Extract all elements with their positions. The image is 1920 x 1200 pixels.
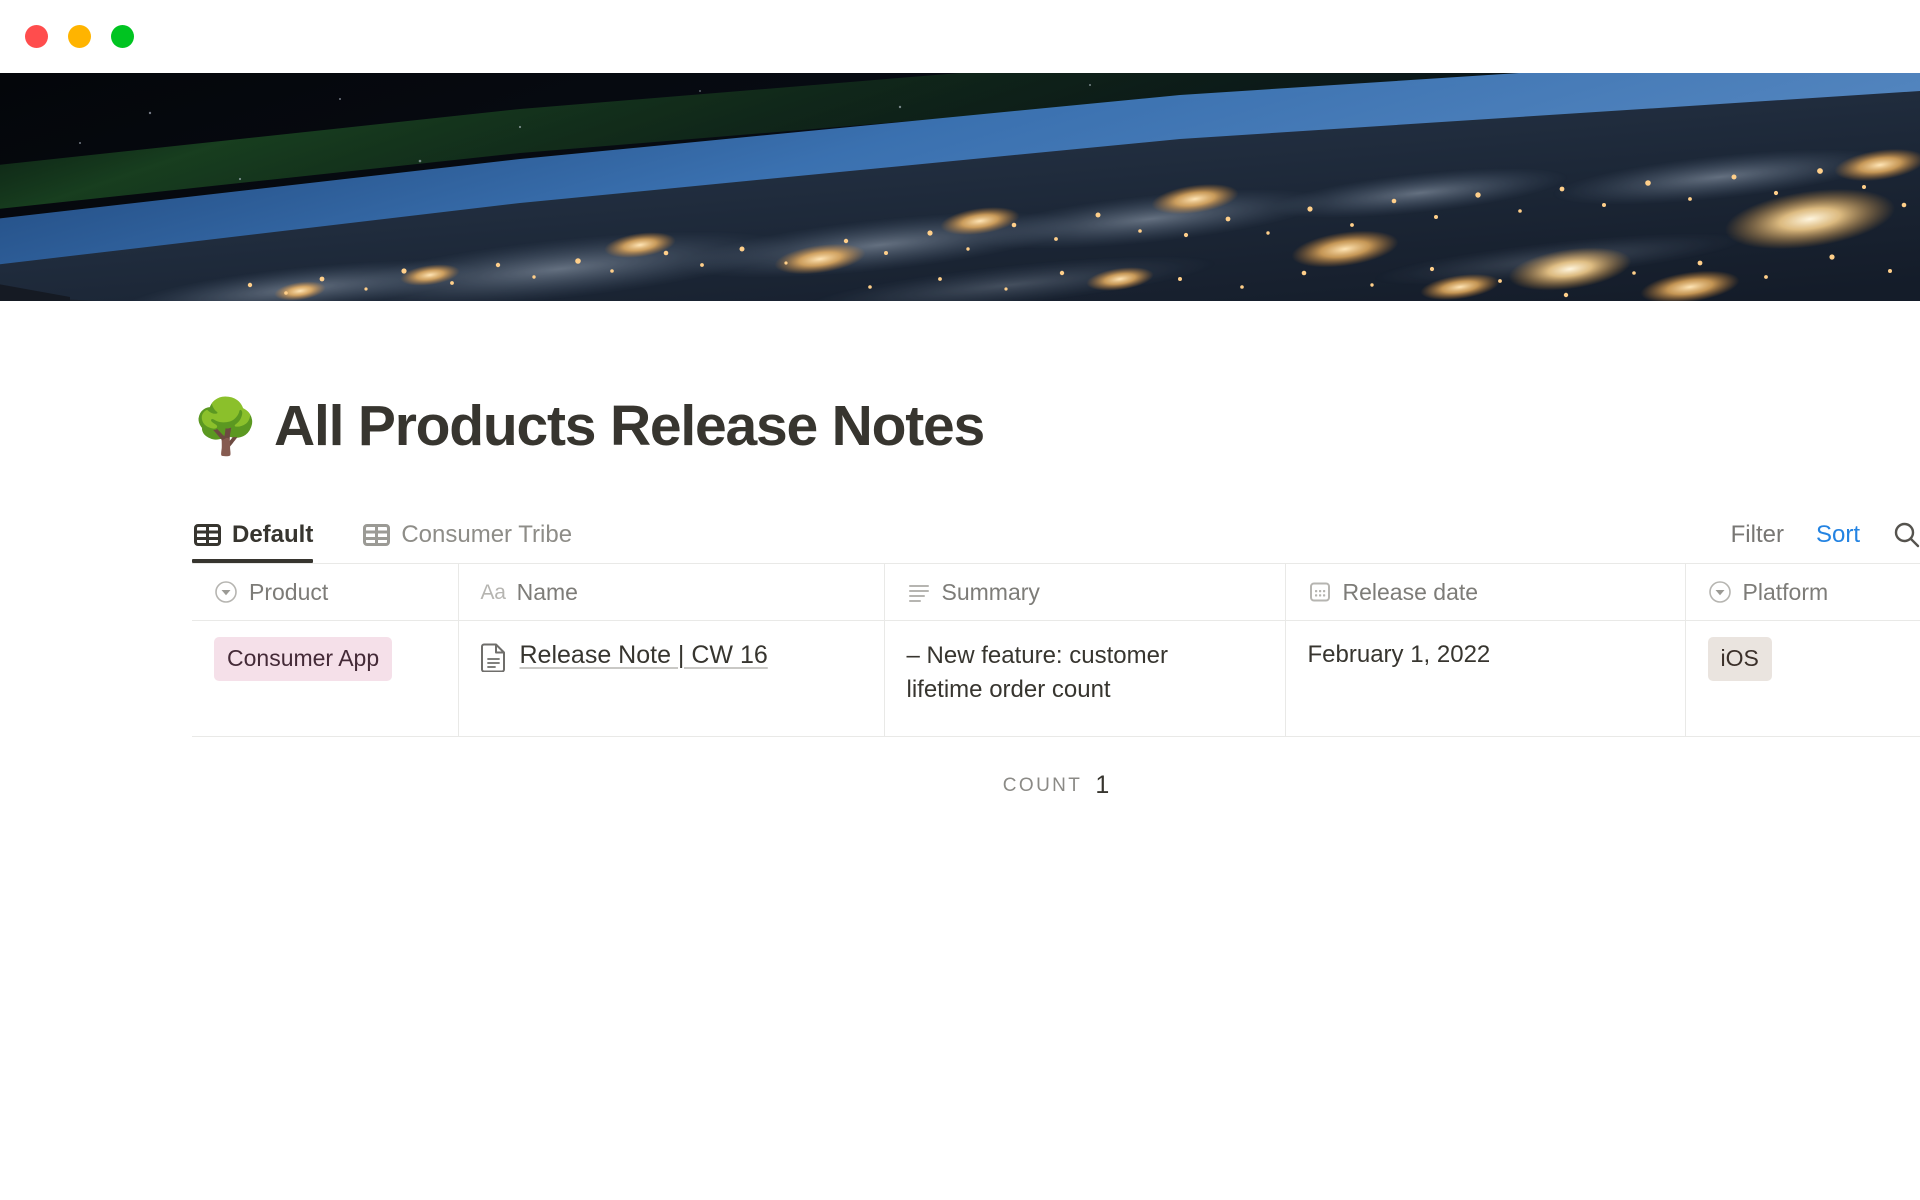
count-label: Count [1002, 774, 1083, 796]
platform-tag[interactable]: iOS [1707, 637, 1772, 681]
tab-consumer-tribe[interactable]: Consumer Tribe [361, 507, 594, 563]
column-header-summary[interactable]: Summary [884, 563, 1286, 621]
page-body: 🌳 All Products Release Notes Default Con… [0, 389, 1920, 833]
column-header-product[interactable]: Product [192, 563, 459, 621]
column-header-platform-label: Platform [1742, 578, 1829, 605]
search-button[interactable] [1892, 520, 1920, 550]
minimize-window-button[interactable] [68, 25, 91, 48]
release-note-link[interactable]: Release Note | CW 16 [520, 640, 768, 670]
table-count-footer[interactable]: Count 1 [192, 737, 1920, 833]
cell-platform[interactable]: iOS [1685, 620, 1920, 737]
table-header-row: Product Aa Name Summary Release date Pla… [192, 563, 1920, 621]
column-header-release-date[interactable]: Release date [1285, 563, 1686, 621]
product-tag[interactable]: Consumer App [214, 637, 393, 681]
tab-consumer-tribe-label: Consumer Tribe [401, 521, 573, 548]
database-table: Product Aa Name Summary Release date Pla… [192, 563, 1920, 833]
tab-default-label: Default [232, 521, 314, 548]
title-aa-icon: Aa [480, 580, 506, 604]
earth-from-orbit-illustration [0, 73, 1920, 301]
calendar-icon [1308, 580, 1332, 604]
page-cover-image [0, 73, 1920, 301]
select-icon [214, 580, 238, 604]
table-icon [194, 523, 221, 547]
text-lines-icon [907, 580, 931, 604]
cell-summary[interactable]: – New feature: customer lifetime order c… [884, 620, 1286, 737]
cell-product[interactable]: Consumer App [192, 620, 459, 737]
column-header-platform[interactable]: Platform [1685, 563, 1920, 621]
column-header-summary-label: Summary [941, 578, 1040, 605]
table-icon [363, 523, 391, 547]
cell-release-date[interactable]: February 1, 2022 [1285, 620, 1686, 737]
tab-default[interactable]: Default [192, 507, 335, 563]
select-icon [1708, 580, 1732, 604]
column-header-name[interactable]: Aa Name [458, 563, 885, 621]
column-header-product-label: Product [249, 578, 329, 605]
column-header-release-date-label: Release date [1342, 578, 1479, 605]
view-toolbar: Default Consumer Tribe Filter Sort [192, 507, 1920, 563]
table-row[interactable]: Consumer App Release Note | CW 16 – New … [192, 620, 1920, 737]
close-window-button[interactable] [25, 25, 48, 48]
filter-button[interactable]: Filter [1731, 523, 1784, 547]
summary-text: – New feature: customer lifetime order c… [906, 642, 1168, 704]
page-title: All Products Release Notes [274, 394, 985, 459]
release-date-text: February 1, 2022 [1307, 641, 1491, 668]
search-icon [1894, 522, 1920, 548]
deciduous-tree-emoji[interactable]: 🌳 [192, 400, 259, 454]
sort-button[interactable]: Sort [1816, 523, 1860, 547]
view-tabs: Default Consumer Tribe [192, 507, 620, 563]
cell-name[interactable]: Release Note | CW 16 [458, 620, 885, 737]
column-header-name-label: Name [516, 578, 578, 605]
count-value: 1 [1095, 770, 1110, 799]
maximize-window-button[interactable] [111, 25, 134, 48]
page-title-row: 🌳 All Products Release Notes [192, 389, 1920, 465]
traffic-lights [25, 25, 134, 48]
window-title-bar [0, 0, 1920, 73]
view-toolbar-actions: Filter Sort [1731, 507, 1920, 563]
page-document-icon [480, 642, 507, 677]
